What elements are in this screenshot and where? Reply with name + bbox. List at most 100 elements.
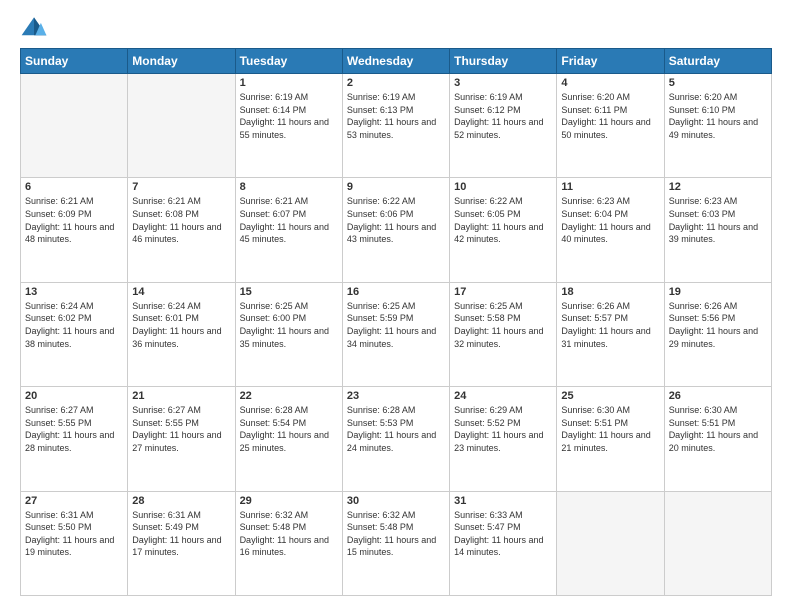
day-info: Sunrise: 6:22 AMSunset: 6:05 PMDaylight:… bbox=[454, 195, 552, 245]
calendar-cell bbox=[21, 74, 128, 178]
calendar-cell: 20 Sunrise: 6:27 AMSunset: 5:55 PMDayligh… bbox=[21, 387, 128, 491]
header bbox=[20, 16, 772, 38]
page: SundayMondayTuesdayWednesdayThursdayFrid… bbox=[0, 0, 792, 612]
calendar: SundayMondayTuesdayWednesdayThursdayFrid… bbox=[20, 48, 772, 596]
weekday-header: Sunday bbox=[21, 49, 128, 74]
calendar-cell: 30 Sunrise: 6:32 AMSunset: 5:48 PMDayligh… bbox=[342, 491, 449, 595]
day-number: 31 bbox=[454, 495, 552, 507]
day-info: Sunrise: 6:19 AMSunset: 6:14 PMDaylight:… bbox=[240, 91, 338, 141]
day-info: Sunrise: 6:25 AMSunset: 5:59 PMDaylight:… bbox=[347, 300, 445, 350]
day-info: Sunrise: 6:29 AMSunset: 5:52 PMDaylight:… bbox=[454, 404, 552, 454]
logo bbox=[20, 16, 52, 38]
weekday-header: Tuesday bbox=[235, 49, 342, 74]
calendar-week: 27 Sunrise: 6:31 AMSunset: 5:50 PMDayligh… bbox=[21, 491, 772, 595]
calendar-cell: 24 Sunrise: 6:29 AMSunset: 5:52 PMDayligh… bbox=[450, 387, 557, 491]
day-info: Sunrise: 6:20 AMSunset: 6:11 PMDaylight:… bbox=[561, 91, 659, 141]
day-number: 5 bbox=[669, 77, 767, 89]
weekday-header: Wednesday bbox=[342, 49, 449, 74]
calendar-cell: 3 Sunrise: 6:19 AMSunset: 6:12 PMDaylight… bbox=[450, 74, 557, 178]
day-number: 11 bbox=[561, 181, 659, 193]
day-info: Sunrise: 6:30 AMSunset: 5:51 PMDaylight:… bbox=[669, 404, 767, 454]
day-number: 17 bbox=[454, 286, 552, 298]
day-info: Sunrise: 6:32 AMSunset: 5:48 PMDaylight:… bbox=[240, 509, 338, 559]
day-number: 13 bbox=[25, 286, 123, 298]
day-number: 27 bbox=[25, 495, 123, 507]
calendar-cell: 14Sunrise: 6:24 AMSunset: 6:01 PMDayligh… bbox=[128, 282, 235, 386]
calendar-cell: 19Sunrise: 6:26 AMSunset: 5:56 PMDayligh… bbox=[664, 282, 771, 386]
day-number: 25 bbox=[561, 390, 659, 402]
calendar-cell: 26 Sunrise: 6:30 AMSunset: 5:51 PMDayligh… bbox=[664, 387, 771, 491]
calendar-cell: 5 Sunrise: 6:20 AMSunset: 6:10 PMDaylight… bbox=[664, 74, 771, 178]
calendar-cell: 27 Sunrise: 6:31 AMSunset: 5:50 PMDayligh… bbox=[21, 491, 128, 595]
calendar-cell: 15 Sunrise: 6:25 AMSunset: 6:00 PMDayligh… bbox=[235, 282, 342, 386]
calendar-header: SundayMondayTuesdayWednesdayThursdayFrid… bbox=[21, 49, 772, 74]
calendar-cell: 11 Sunrise: 6:23 AMSunset: 6:04 PMDayligh… bbox=[557, 178, 664, 282]
calendar-cell: 13 Sunrise: 6:24 AMSunset: 6:02 PMDayligh… bbox=[21, 282, 128, 386]
calendar-cell: 2 Sunrise: 6:19 AMSunset: 6:13 PMDaylight… bbox=[342, 74, 449, 178]
calendar-cell: 25 Sunrise: 6:30 AMSunset: 5:51 PMDayligh… bbox=[557, 387, 664, 491]
day-info: Sunrise: 6:26 AMSunset: 5:57 PMDaylight:… bbox=[561, 300, 659, 350]
day-info: Sunrise: 6:27 AMSunset: 5:55 PMDaylight:… bbox=[25, 404, 123, 454]
day-info: Sunrise: 6:21 AMSunset: 6:08 PMDaylight:… bbox=[132, 195, 230, 245]
day-number: 24 bbox=[454, 390, 552, 402]
day-number: 4 bbox=[561, 77, 659, 89]
day-info: Sunrise: 6:19 AMSunset: 6:13 PMDaylight:… bbox=[347, 91, 445, 141]
calendar-cell: 9Sunrise: 6:22 AMSunset: 6:06 PMDaylight… bbox=[342, 178, 449, 282]
day-info: Sunrise: 6:23 AMSunset: 6:04 PMDaylight:… bbox=[561, 195, 659, 245]
day-number: 15 bbox=[240, 286, 338, 298]
day-info: Sunrise: 6:23 AMSunset: 6:03 PMDaylight:… bbox=[669, 195, 767, 245]
day-info: Sunrise: 6:30 AMSunset: 5:51 PMDaylight:… bbox=[561, 404, 659, 454]
calendar-cell: 7 Sunrise: 6:21 AMSunset: 6:08 PMDaylight… bbox=[128, 178, 235, 282]
day-info: Sunrise: 6:19 AMSunset: 6:12 PMDaylight:… bbox=[454, 91, 552, 141]
day-info: Sunrise: 6:22 AMSunset: 6:06 PMDaylight:… bbox=[347, 195, 445, 245]
calendar-week: 6Sunrise: 6:21 AMSunset: 6:09 PMDaylight… bbox=[21, 178, 772, 282]
weekday-header: Thursday bbox=[450, 49, 557, 74]
day-number: 2 bbox=[347, 77, 445, 89]
day-number: 1 bbox=[240, 77, 338, 89]
calendar-cell bbox=[664, 491, 771, 595]
day-info: Sunrise: 6:27 AMSunset: 5:55 PMDaylight:… bbox=[132, 404, 230, 454]
calendar-cell: 29Sunrise: 6:32 AMSunset: 5:48 PMDayligh… bbox=[235, 491, 342, 595]
day-info: Sunrise: 6:25 AMSunset: 6:00 PMDaylight:… bbox=[240, 300, 338, 350]
day-number: 28 bbox=[132, 495, 230, 507]
day-number: 16 bbox=[347, 286, 445, 298]
day-info: Sunrise: 6:20 AMSunset: 6:10 PMDaylight:… bbox=[669, 91, 767, 141]
day-number: 14 bbox=[132, 286, 230, 298]
day-number: 18 bbox=[561, 286, 659, 298]
day-info: Sunrise: 6:32 AMSunset: 5:48 PMDaylight:… bbox=[347, 509, 445, 559]
calendar-cell bbox=[128, 74, 235, 178]
calendar-cell: 18 Sunrise: 6:26 AMSunset: 5:57 PMDayligh… bbox=[557, 282, 664, 386]
day-number: 12 bbox=[669, 181, 767, 193]
day-number: 21 bbox=[132, 390, 230, 402]
day-number: 19 bbox=[669, 286, 767, 298]
calendar-cell: 4 Sunrise: 6:20 AMSunset: 6:11 PMDaylight… bbox=[557, 74, 664, 178]
day-info: Sunrise: 6:31 AMSunset: 5:50 PMDaylight:… bbox=[25, 509, 123, 559]
calendar-cell: 28Sunrise: 6:31 AMSunset: 5:49 PMDayligh… bbox=[128, 491, 235, 595]
calendar-cell: 12 Sunrise: 6:23 AMSunset: 6:03 PMDayligh… bbox=[664, 178, 771, 282]
calendar-cell: 16 Sunrise: 6:25 AMSunset: 5:59 PMDayligh… bbox=[342, 282, 449, 386]
day-info: Sunrise: 6:25 AMSunset: 5:58 PMDaylight:… bbox=[454, 300, 552, 350]
calendar-body: 1 Sunrise: 6:19 AMSunset: 6:14 PMDaylight… bbox=[21, 74, 772, 596]
day-info: Sunrise: 6:21 AMSunset: 6:09 PMDaylight:… bbox=[25, 195, 123, 245]
logo-icon bbox=[20, 16, 48, 38]
day-number: 7 bbox=[132, 181, 230, 193]
weekday-header: Monday bbox=[128, 49, 235, 74]
calendar-cell: 31Sunrise: 6:33 AMSunset: 5:47 PMDayligh… bbox=[450, 491, 557, 595]
calendar-week: 20 Sunrise: 6:27 AMSunset: 5:55 PMDayligh… bbox=[21, 387, 772, 491]
day-number: 20 bbox=[25, 390, 123, 402]
calendar-cell: 22Sunrise: 6:28 AMSunset: 5:54 PMDayligh… bbox=[235, 387, 342, 491]
calendar-cell: 10Sunrise: 6:22 AMSunset: 6:05 PMDayligh… bbox=[450, 178, 557, 282]
calendar-cell: 8Sunrise: 6:21 AMSunset: 6:07 PMDaylight… bbox=[235, 178, 342, 282]
weekday-header: Friday bbox=[557, 49, 664, 74]
weekday-row: SundayMondayTuesdayWednesdayThursdayFrid… bbox=[21, 49, 772, 74]
day-number: 26 bbox=[669, 390, 767, 402]
day-info: Sunrise: 6:28 AMSunset: 5:53 PMDaylight:… bbox=[347, 404, 445, 454]
day-number: 3 bbox=[454, 77, 552, 89]
day-info: Sunrise: 6:24 AMSunset: 6:02 PMDaylight:… bbox=[25, 300, 123, 350]
weekday-header: Saturday bbox=[664, 49, 771, 74]
day-info: Sunrise: 6:28 AMSunset: 5:54 PMDaylight:… bbox=[240, 404, 338, 454]
day-info: Sunrise: 6:21 AMSunset: 6:07 PMDaylight:… bbox=[240, 195, 338, 245]
day-number: 30 bbox=[347, 495, 445, 507]
calendar-cell: 6Sunrise: 6:21 AMSunset: 6:09 PMDaylight… bbox=[21, 178, 128, 282]
calendar-cell: 1 Sunrise: 6:19 AMSunset: 6:14 PMDaylight… bbox=[235, 74, 342, 178]
